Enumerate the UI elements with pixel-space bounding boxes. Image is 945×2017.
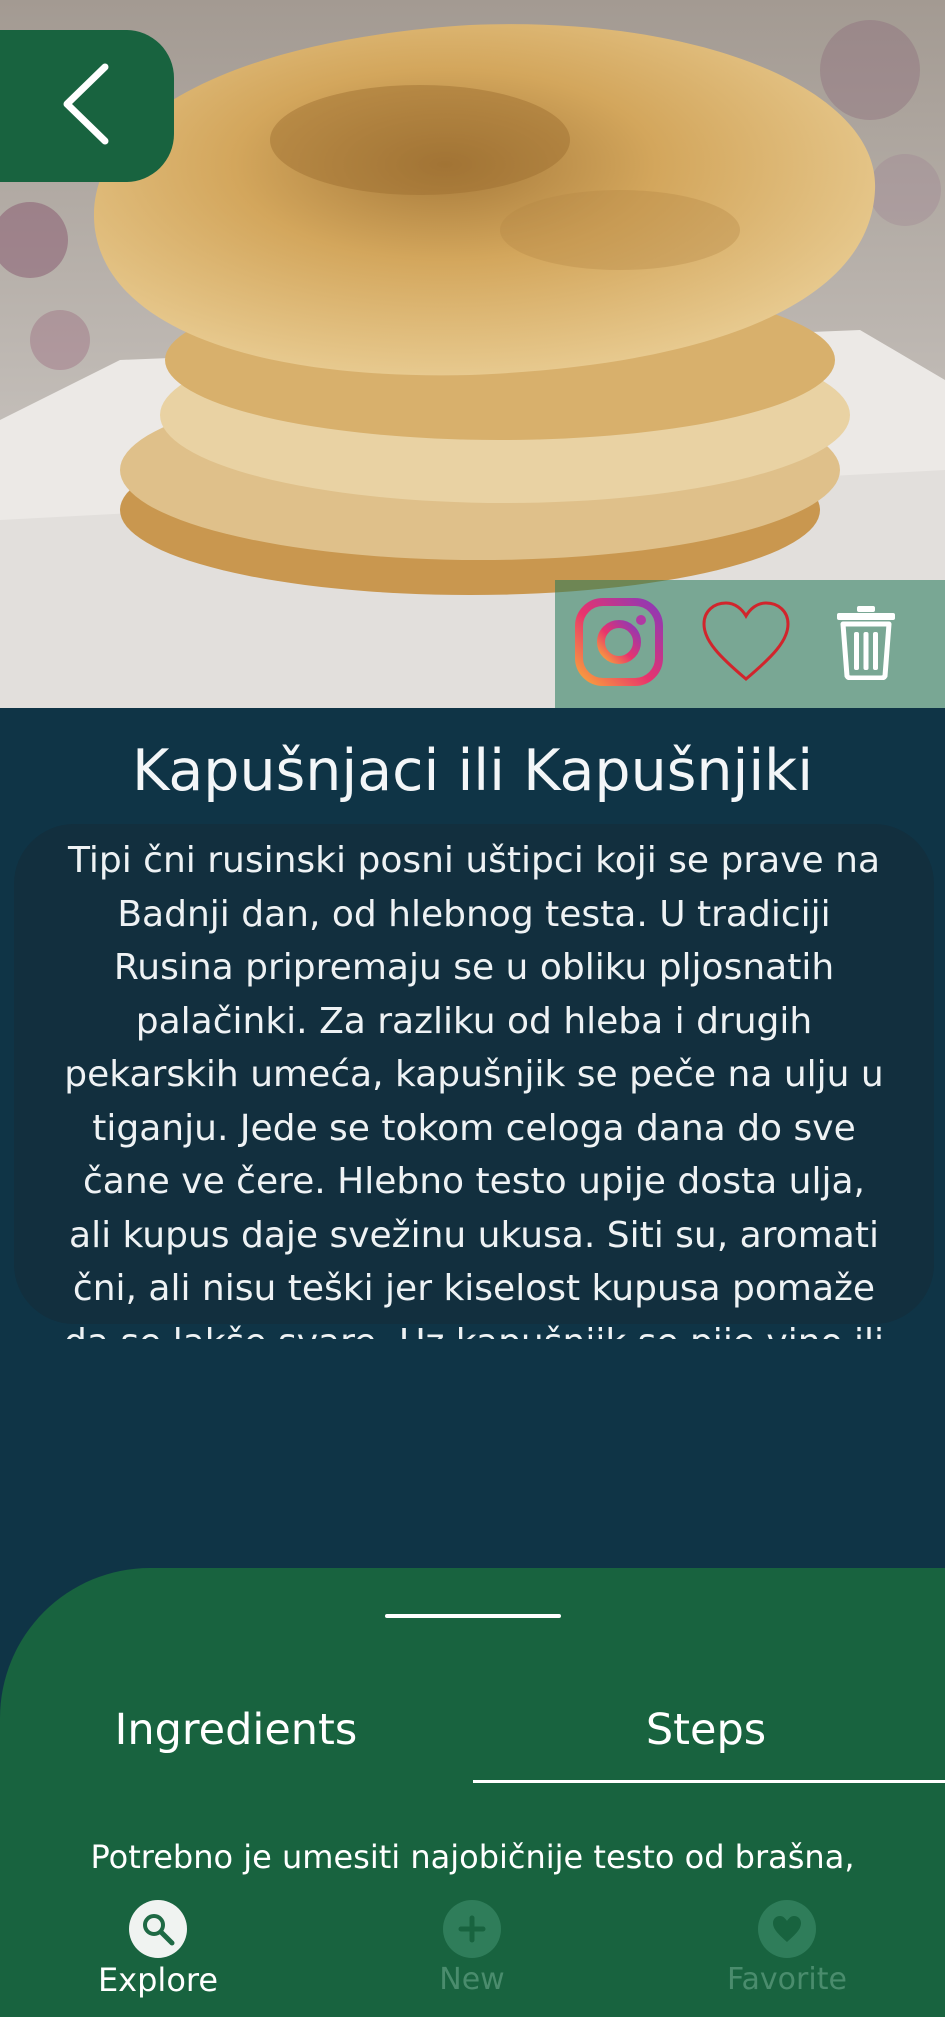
- instagram-share-button[interactable]: [573, 598, 665, 690]
- step-text: Potrebno je umesiti najobičnije testo od…: [90, 1838, 855, 1876]
- nav-explore[interactable]: Explore: [48, 1900, 268, 2010]
- search-icon: [129, 1900, 187, 1958]
- heart-outline-icon: [700, 599, 792, 689]
- back-button[interactable]: [0, 30, 174, 182]
- active-tab-indicator: [473, 1780, 945, 1783]
- nav-favorite[interactable]: Favorite: [677, 1900, 897, 2010]
- nav-new-label: New: [439, 1962, 505, 1997]
- recipe-description: Tipi čni rusinski posni uštipci koji se …: [64, 840, 884, 1339]
- sheet-drag-handle[interactable]: [385, 1614, 561, 1618]
- heart-icon: [758, 1900, 816, 1958]
- instagram-icon: [574, 597, 664, 691]
- chevron-left-icon: [57, 59, 117, 153]
- tab-steps[interactable]: Steps: [550, 1695, 862, 1765]
- nav-explore-label: Explore: [97, 1961, 219, 1999]
- tab-ingredients[interactable]: Ingredients: [80, 1695, 392, 1765]
- description-scroll[interactable]: Tipi čni rusinski posni uštipci koji se …: [14, 834, 934, 1339]
- trash-icon: [835, 604, 897, 684]
- delete-button[interactable]: [820, 598, 912, 690]
- favorite-toggle-button[interactable]: [700, 598, 792, 690]
- nav-new[interactable]: New: [362, 1900, 582, 2010]
- recipe-title: Kapušnjaci ili Kapušnjiki: [131, 738, 814, 804]
- nav-favorite-label: Favorite: [727, 1962, 847, 1997]
- plus-icon: [443, 1900, 501, 1958]
